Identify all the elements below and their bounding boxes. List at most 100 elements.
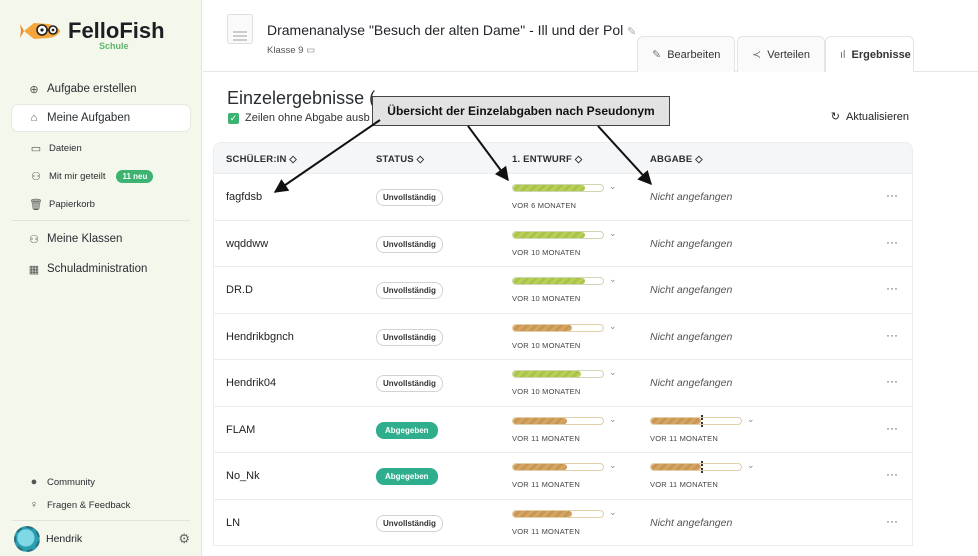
brand-logo[interactable]: FelloFish <box>20 18 165 44</box>
table-row[interactable]: Hendrik04 Unvollständig ⌄ VOR 10 MONATEN Nic… <box>213 360 913 407</box>
user-profile[interactable]: Hendrik ⚙ <box>14 526 190 552</box>
table-row[interactable]: Hendrikbgnch Unvollständig ⌄ VOR 10 MONATEN… <box>213 313 913 360</box>
row-menu-icon[interactable]: ··· <box>886 188 898 202</box>
sidebar-item-label: Papierkorb <box>49 198 95 210</box>
student-pseudonym[interactable]: LN <box>226 517 240 529</box>
draft-progress-fill <box>513 371 581 377</box>
row-menu-icon[interactable]: ··· <box>886 374 898 388</box>
sidebar: FelloFish Schule ⊕ Aufgabe erstellen ⌂ M… <box>0 0 202 556</box>
folder-icon: ▭ <box>306 45 316 56</box>
student-pseudonym[interactable]: fagfdsb <box>226 191 262 203</box>
row-menu-icon[interactable]: ··· <box>886 514 898 528</box>
gear-icon[interactable]: ⚙ <box>178 531 190 547</box>
column-header-student[interactable]: SCHÜLER:IN ◇ <box>226 154 297 165</box>
sidebar-item-create-task[interactable]: ⊕ Aufgabe erstellen <box>28 83 136 96</box>
chevron-down-icon[interactable]: ⌄ <box>609 507 617 518</box>
student-pseudonym[interactable]: Hendrikbgnch <box>226 331 294 343</box>
student-pseudonym[interactable]: FLAM <box>226 424 255 436</box>
sidebar-item-trash[interactable]: 🗑 Papierkorb <box>29 198 95 211</box>
student-pseudonym[interactable]: Hendrik04 <box>226 377 276 389</box>
row-menu-icon[interactable]: ··· <box>886 235 898 249</box>
draft-timestamp: VOR 11 MONATEN <box>512 526 580 536</box>
draft-progress-fill <box>513 185 585 191</box>
draft-progress-fill <box>513 510 572 517</box>
page-title-text: Dramenanalyse "Besuch der alten Dame" - … <box>267 22 624 38</box>
row-menu-icon[interactable]: ··· <box>886 421 898 435</box>
submission-timestamp: VOR 11 MONATEN <box>650 480 718 489</box>
results-panel: Einzelergebnisse ( ✓ Zeilen ohne Abgabe … <box>203 72 978 556</box>
submission-progress-fill <box>651 417 701 424</box>
table-row[interactable]: No_Nk Abgegeben ⌄ VOR 11 MONATEN ⌄ VOR 11 MON… <box>213 453 913 500</box>
refresh-button[interactable]: ↻ Aktualisieren <box>830 110 909 124</box>
sidebar-divider <box>12 520 190 521</box>
draft-progress-bar[interactable] <box>512 370 604 378</box>
class-name: Klasse 9 <box>267 45 304 56</box>
chevron-down-icon[interactable]: ⌄ <box>609 367 617 378</box>
building-icon: ▦ <box>28 263 40 276</box>
student-pseudonym[interactable]: wqddww <box>226 238 268 250</box>
draft-progress-bar[interactable] <box>512 230 604 239</box>
sidebar-item-community[interactable]: ● Community <box>28 476 95 488</box>
submission-state: Nicht angefangen <box>650 516 733 529</box>
chevron-down-icon[interactable]: ⌄ <box>609 228 617 239</box>
draft-timestamp: VOR 10 MONATEN <box>512 340 581 350</box>
row-menu-icon[interactable]: ··· <box>886 467 898 481</box>
checkbox-checked-icon[interactable]: ✓ <box>228 112 239 124</box>
chevron-down-icon[interactable]: ⌄ <box>609 274 617 285</box>
chevron-down-icon[interactable]: ⌄ <box>609 460 617 471</box>
draft-progress-bar[interactable] <box>512 184 604 192</box>
table-row[interactable]: DR.D Unvollständig ⌄ VOR 10 MONATEN Nicht an… <box>213 267 913 314</box>
column-header-submission[interactable]: ABGABE ◇ <box>650 154 703 165</box>
sidebar-item-label: Dateien <box>49 142 82 154</box>
student-pseudonym[interactable]: No_Nk <box>226 470 260 482</box>
table-row[interactable]: LN Unvollständig ⌄ VOR 11 MONATEN Nicht ange… <box>213 499 913 546</box>
status-badge: Unvollständig <box>376 235 443 253</box>
sidebar-item-my-classes[interactable]: ⚇ Meine Klassen <box>28 233 122 246</box>
chevron-down-icon[interactable]: ⌄ <box>747 460 755 471</box>
submission-state: Nicht angefangen <box>650 237 733 250</box>
submission-progress-bar[interactable] <box>650 416 742 425</box>
student-pseudonym[interactable]: DR.D <box>226 284 253 296</box>
column-header-status[interactable]: STATUS ◇ <box>376 154 424 165</box>
share-icon: ⚇ <box>31 171 41 183</box>
draft-timestamp: VOR 10 MONATEN <box>512 387 581 396</box>
refresh-icon: ↻ <box>830 111 841 123</box>
draft-progress-bar[interactable] <box>512 416 604 425</box>
edit-pencil-icon[interactable]: ✎ <box>627 26 636 38</box>
draft-progress-bar[interactable] <box>512 509 604 518</box>
draft-progress-fill <box>513 464 567 470</box>
tab-label: Bearbeiten <box>667 48 721 61</box>
submission-state: Nicht angefangen <box>650 377 733 389</box>
chevron-down-icon[interactable]: ⌄ <box>747 414 755 425</box>
column-header-draft[interactable]: 1. ENTWURF ◇ <box>512 154 582 165</box>
progress-marker <box>700 414 703 427</box>
sidebar-item-feedback[interactable]: ♀ Fragen & Feedback <box>28 499 131 511</box>
tab-edit[interactable]: ✎ Bearbeiten <box>637 36 736 72</box>
hide-empty-toggle[interactable]: ✓ Zeilen ohne Abgabe ausb <box>228 112 370 124</box>
chart-icon: ıl <box>840 48 846 61</box>
table-row[interactable]: wqddww Unvollständig ⌄ VOR 10 MONATEN Nicht … <box>213 220 913 267</box>
table-row[interactable]: fagfdsb Unvollständig ⌄ VOR 6 MONATEN Nicht … <box>213 174 913 221</box>
sidebar-item-my-tasks[interactable]: ⌂ Meine Aufgaben <box>28 112 130 124</box>
sidebar-item-school-admin[interactable]: ▦ Schuladministration <box>28 263 148 276</box>
sidebar-item-files[interactable]: ▭ Dateien <box>30 142 82 155</box>
document-icon <box>227 14 253 44</box>
row-menu-icon[interactable]: ··· <box>886 328 898 342</box>
draft-timestamp: VOR 10 MONATEN <box>512 294 581 303</box>
status-badge: Abgegeben <box>376 421 438 439</box>
row-menu-icon[interactable]: ··· <box>886 281 898 295</box>
chevron-down-icon[interactable]: ⌄ <box>609 181 617 192</box>
table-row[interactable]: FLAM Abgegeben ⌄ VOR 11 MONATEN ⌄ VOR 11 MONA… <box>213 406 913 453</box>
chevron-down-icon[interactable]: ⌄ <box>609 414 617 425</box>
draft-progress-bar[interactable] <box>512 463 604 471</box>
tab-results[interactable]: ıl Ergebnisse <box>825 36 914 72</box>
sidebar-item-shared[interactable]: ⚇ Mit mir geteilt 11 neu <box>30 170 154 183</box>
tab-distribute[interactable]: ≺ Verteilen <box>737 36 826 72</box>
draft-progress-bar[interactable] <box>512 323 604 332</box>
submission-state: Nicht angefangen <box>650 284 733 296</box>
brand-subtitle: Schule <box>99 41 129 51</box>
draft-progress-bar[interactable] <box>512 277 604 285</box>
chevron-down-icon[interactable]: ⌄ <box>609 321 617 332</box>
submission-progress-bar[interactable] <box>650 463 742 471</box>
status-badge: Unvollständig <box>376 189 443 206</box>
